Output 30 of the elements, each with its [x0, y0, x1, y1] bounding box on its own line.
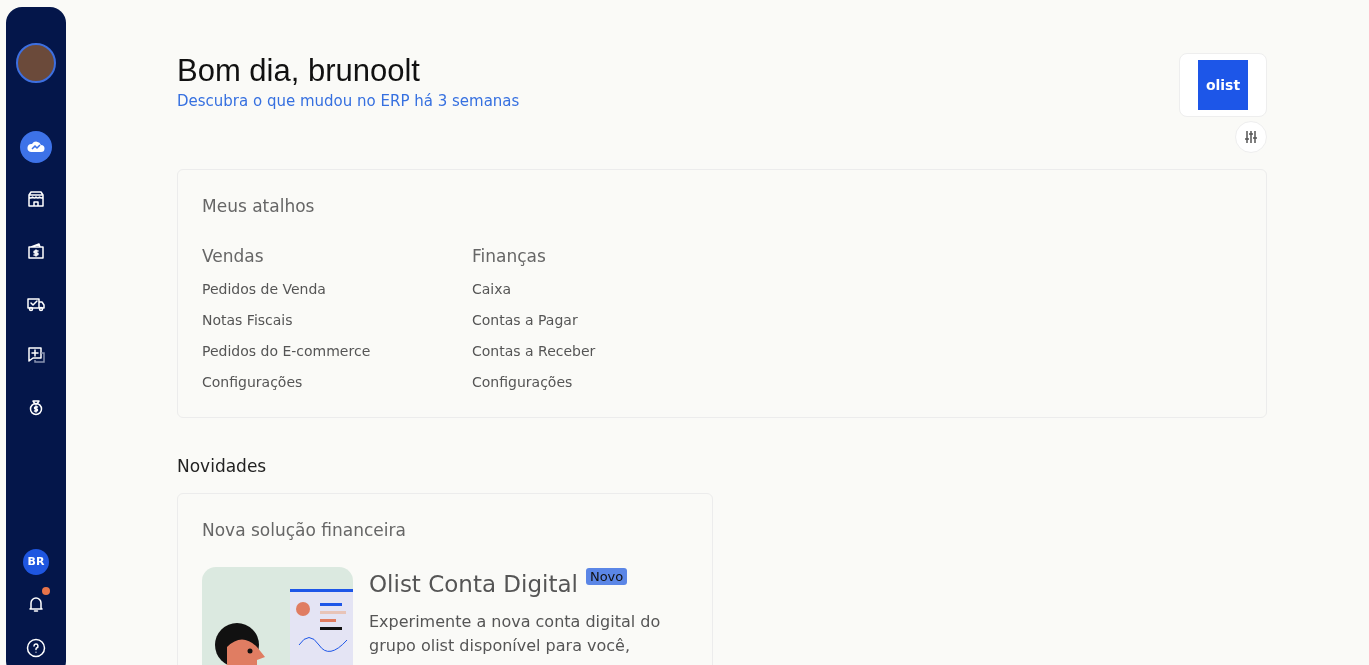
shortcut-link[interactable]: Pedidos do E-commerce: [202, 341, 472, 362]
store-icon: [26, 189, 46, 209]
shortcut-link[interactable]: Pedidos de Venda: [202, 279, 472, 300]
card-eyebrow: Nova solução financeira: [202, 518, 407, 542]
chat-plus-icon: [26, 345, 46, 365]
sidebar-nav-button[interactable]: [20, 131, 52, 163]
help-icon: [26, 637, 46, 658]
avatar-photo[interactable]: [16, 43, 56, 83]
logo-card[interactable]: olist: [1179, 53, 1267, 117]
wallet-icon: [26, 241, 46, 261]
greeting-title: Bom dia, brunoolt: [177, 52, 421, 90]
user-initials-avatar[interactable]: BR: [23, 549, 49, 575]
company-logo: olist: [1198, 60, 1248, 110]
whats-new-link[interactable]: Descubra o que mudou no ERP há 3 semanas: [177, 92, 520, 111]
shortcut-link[interactable]: Contas a Receber: [472, 341, 742, 362]
card-description: Experimente a nova conta digital do grupo olist disponível para você,: [369, 610, 662, 657]
shortcut-link[interactable]: Caixa: [472, 279, 742, 300]
shortcut-link[interactable]: Notas Fiscais: [202, 310, 472, 331]
new-badge: Novo: [585, 568, 628, 586]
customize-button[interactable]: [1235, 121, 1267, 153]
card-heading: Olist Conta Digital: [369, 571, 578, 598]
person-drawing: [215, 623, 265, 665]
shortcut-link[interactable]: Configurações: [202, 372, 472, 393]
sliders-icon: [1243, 129, 1259, 145]
group-title: Finanças: [472, 244, 547, 268]
group-title: Vendas: [202, 244, 265, 268]
shortcut-link[interactable]: Configurações: [472, 372, 742, 393]
panel-title: Meus atalhos: [202, 195, 316, 218]
shortcut-link[interactable]: Contas a Pagar: [472, 310, 742, 331]
section-title: Novidades: [177, 456, 268, 477]
